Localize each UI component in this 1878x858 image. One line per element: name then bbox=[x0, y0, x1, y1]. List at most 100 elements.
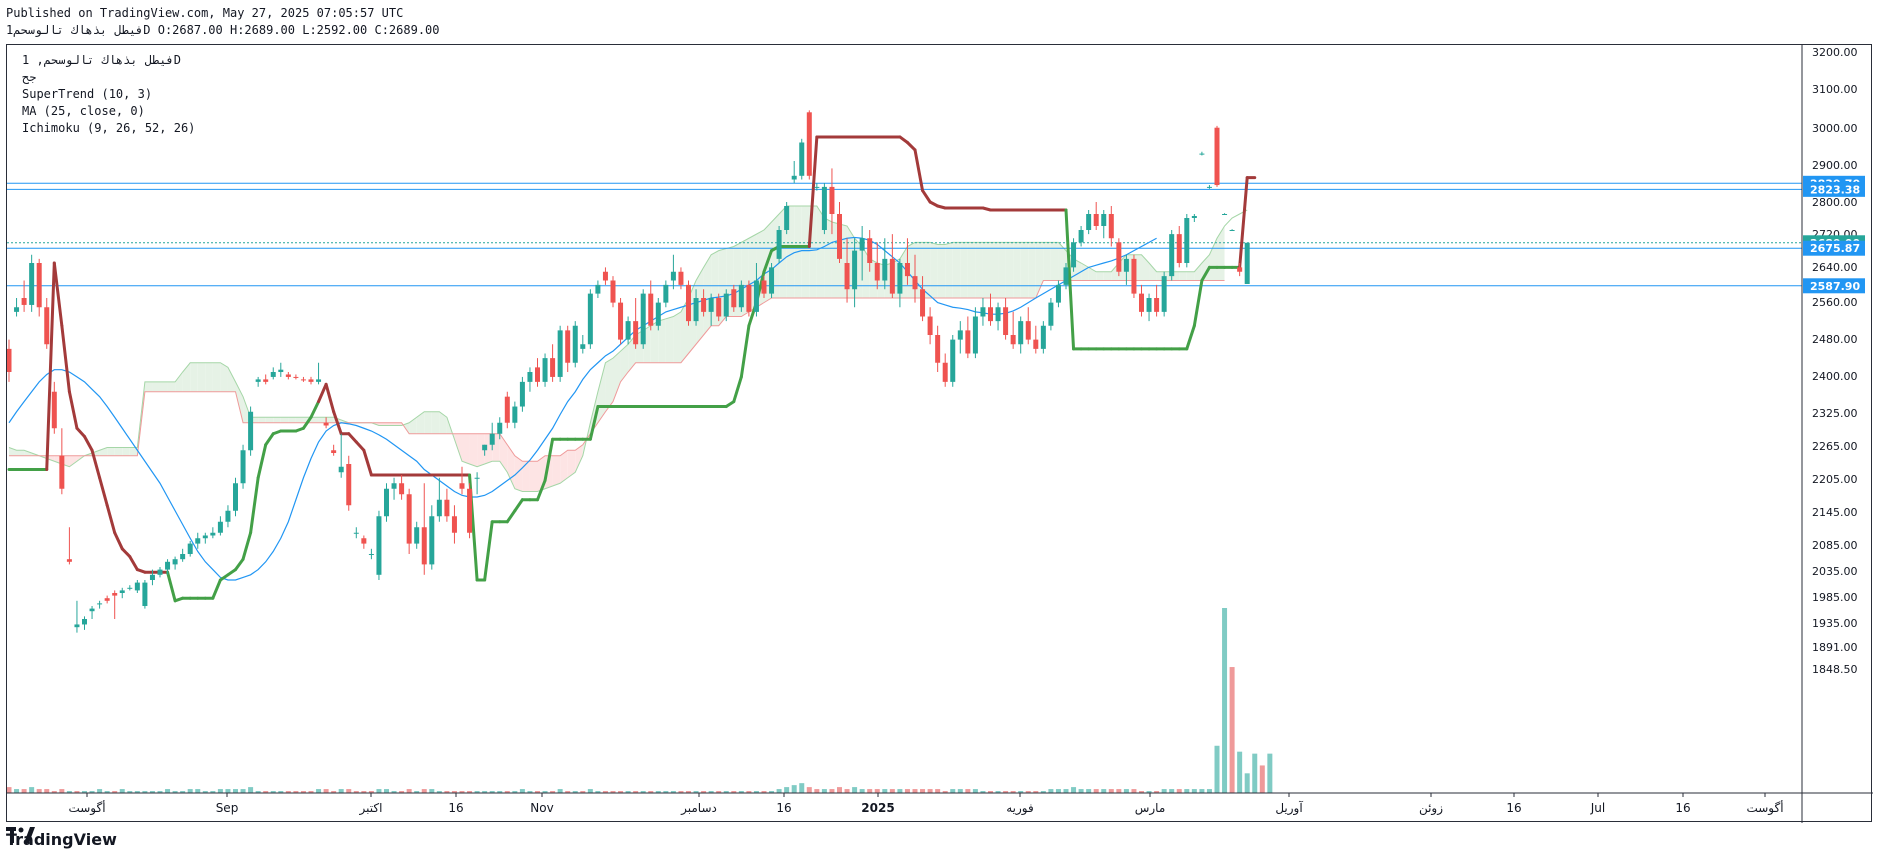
ohlc-readout: فيطل بذهاك تالوسحم1D O:2687.00 H:2689.00… bbox=[6, 23, 440, 37]
legend-ma[interactable]: MA (25, close, 0) bbox=[22, 104, 145, 118]
candle-body bbox=[821, 186, 827, 230]
time-tick-label: Jul bbox=[1590, 801, 1605, 815]
cloud-segment bbox=[990, 242, 999, 298]
candle-body bbox=[686, 284, 691, 322]
candle-body bbox=[1206, 186, 1212, 188]
volume-bar bbox=[821, 789, 827, 793]
candle-body bbox=[776, 230, 782, 259]
cloud-segment bbox=[930, 242, 938, 298]
volume-bar bbox=[21, 789, 27, 793]
legend-supertrend[interactable]: SuperTrend (10, 3) bbox=[22, 87, 152, 101]
candle-body bbox=[384, 488, 389, 517]
candle-body bbox=[1237, 267, 1243, 272]
legend-symbol[interactable]: فيطل بذهاك تالوسحم, 1D bbox=[22, 53, 181, 67]
tradingview-logo[interactable]: TradingView bbox=[6, 827, 117, 851]
candle-body bbox=[225, 510, 231, 522]
candle-body bbox=[1146, 298, 1152, 312]
tradingview-logo-icon bbox=[6, 827, 35, 843]
candle-body bbox=[708, 298, 714, 312]
time-tick-label: اكتبر bbox=[359, 801, 383, 816]
candle-body bbox=[346, 464, 352, 506]
cloud-segment bbox=[167, 381, 176, 392]
candle-body bbox=[263, 379, 269, 382]
price-tick-label: 3100.00 bbox=[1812, 83, 1858, 96]
cloud-segment bbox=[265, 417, 274, 423]
volume-bar bbox=[1214, 745, 1220, 793]
volume-bar bbox=[1131, 789, 1137, 793]
price-tick-label: 2035.00 bbox=[1812, 565, 1858, 578]
volume-bar bbox=[323, 789, 329, 793]
candle-body bbox=[1214, 127, 1220, 186]
candle-body bbox=[942, 362, 948, 382]
volume-bar bbox=[429, 789, 435, 793]
cloud-segment bbox=[431, 411, 440, 434]
volume-bar bbox=[904, 789, 910, 793]
candle-body bbox=[1078, 230, 1084, 243]
candle-body bbox=[308, 379, 314, 382]
price-tick-label: 2400.00 bbox=[1812, 370, 1858, 383]
cloud-segment bbox=[258, 417, 266, 423]
cloud-segment bbox=[469, 433, 478, 467]
candle-body bbox=[512, 406, 518, 423]
price-tick-label: 1935.00 bbox=[1812, 617, 1858, 630]
price-tick-label: 3000.00 bbox=[1812, 122, 1858, 135]
candle-body bbox=[255, 379, 261, 382]
volume-bar bbox=[519, 789, 525, 793]
candle-body bbox=[648, 293, 654, 326]
candle-body bbox=[376, 516, 382, 575]
cloud-segment bbox=[144, 381, 153, 392]
candle-body bbox=[904, 263, 910, 277]
candle-body bbox=[149, 574, 155, 580]
volume-bar bbox=[867, 789, 873, 793]
legend-ichimoku[interactable]: Ichimoku (9, 26, 52, 26) bbox=[22, 121, 195, 135]
candle-body bbox=[1033, 339, 1039, 349]
volume-bar bbox=[1222, 608, 1228, 793]
chart-frame[interactable]: 3200.00 3100.00 3000.00 2900.00 2800.00 2720.… bbox=[6, 44, 1873, 823]
volume-bar bbox=[1184, 789, 1190, 793]
candle-body bbox=[172, 559, 178, 565]
candle-body bbox=[444, 499, 450, 517]
candle-body bbox=[180, 554, 186, 560]
chart-plot[interactable]: 3200.003100.003000.002900.002800.002720.… bbox=[7, 45, 1873, 823]
volume-bar bbox=[927, 789, 933, 793]
volume-bar bbox=[972, 789, 978, 793]
candle-body bbox=[610, 280, 616, 303]
volume-bar bbox=[1055, 789, 1061, 793]
volume-bar bbox=[889, 789, 895, 793]
volume-bar bbox=[557, 789, 563, 793]
volume-bar bbox=[897, 789, 903, 793]
candle-body bbox=[1176, 234, 1182, 263]
cloud-segment bbox=[1186, 271, 1195, 281]
volume-bar bbox=[1199, 789, 1205, 793]
candle-body bbox=[119, 590, 125, 593]
volume-bar bbox=[852, 787, 858, 793]
volume-bar bbox=[1093, 789, 1099, 793]
candle-body bbox=[36, 263, 42, 308]
cloud-segment bbox=[318, 417, 327, 423]
candle-body bbox=[852, 250, 858, 290]
candle-body bbox=[195, 538, 201, 544]
price-tick-label: 2480.00 bbox=[1812, 333, 1858, 346]
candle-body bbox=[1139, 293, 1144, 312]
candle-body bbox=[1229, 230, 1235, 231]
candle-body bbox=[474, 477, 480, 479]
cloud-segment bbox=[529, 461, 538, 492]
cloud-segment bbox=[952, 242, 961, 298]
price-tick-label: 2640.00 bbox=[1812, 261, 1858, 274]
volume-bar bbox=[421, 789, 427, 793]
volume-bar bbox=[1267, 753, 1273, 793]
candle-body bbox=[467, 488, 473, 533]
candle-body bbox=[723, 293, 729, 317]
time-tick-label: دسامبر bbox=[680, 801, 717, 816]
candle-body bbox=[21, 298, 27, 305]
time-tick-label: 16 bbox=[776, 801, 791, 815]
candle-body bbox=[1131, 258, 1137, 294]
volume-bar bbox=[7, 787, 12, 793]
candle-body bbox=[535, 367, 540, 382]
candle-body bbox=[995, 307, 1001, 322]
volume-bar bbox=[1176, 789, 1182, 793]
cloud-segment bbox=[1020, 242, 1029, 298]
candle-body bbox=[889, 258, 895, 294]
cloud-segment bbox=[673, 311, 681, 363]
cloud-segment bbox=[945, 242, 953, 298]
